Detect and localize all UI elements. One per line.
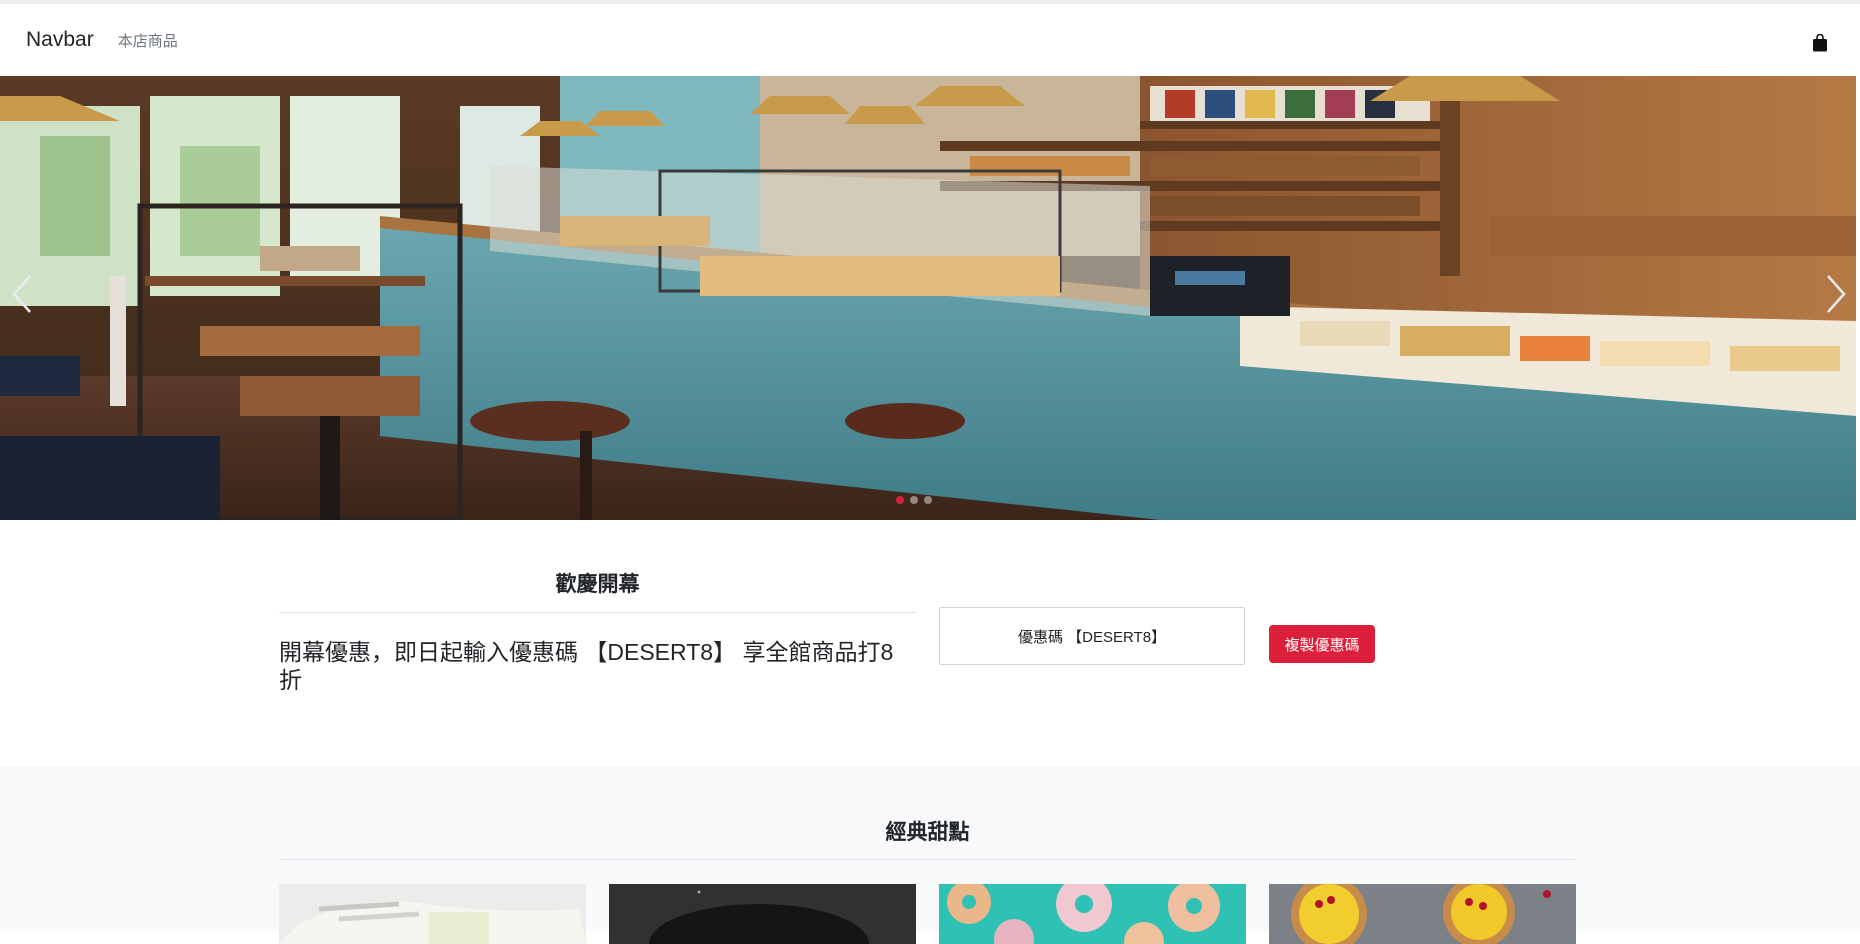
carousel-indicator-3[interactable] [924,496,932,504]
cake-slice-photo [279,884,586,944]
chevron-right-icon [1824,272,1848,321]
copy-coupon-button[interactable]: 複製優惠碼 [1269,625,1375,663]
product-card[interactable] [939,884,1246,944]
product-card[interactable] [609,884,916,944]
product-card[interactable] [1269,884,1576,944]
sprinkle-donuts-photo [939,884,1246,944]
shopping-bag-icon[interactable] [1812,33,1828,52]
classic-desserts-section: 經典甜點 [0,766,1860,944]
chevron-left-icon [10,272,34,321]
opening-promo-section: 歡慶開幕 開幕優惠，即日起輸入優惠碼 【DESERT8】 享全館商品打8折 優惠… [0,520,1860,766]
product-card[interactable] [279,884,586,944]
nav-link-products[interactable]: 本店商品 [118,30,178,51]
navbar: Navbar 本店商品 [0,0,1860,76]
hero-carousel [0,76,1856,520]
carousel-indicator-2[interactable] [910,496,918,504]
navbar-brand[interactable]: Navbar [26,28,94,52]
lemon-tarts-photo [1269,884,1576,944]
carousel-next-button[interactable] [1816,261,1856,331]
bakery-cafe-interior-image [0,76,1856,520]
carousel-indicators [896,496,932,504]
divider [279,859,1576,860]
section-title: 歡慶開幕 [555,573,640,596]
promo-text: 開幕優惠，即日起輸入優惠碼 【DESERT8】 享全館商品打8折 [279,639,894,693]
coupon-code-field[interactable]: 優惠碼 【DESERT8】 [939,607,1245,665]
dark-plate-photo [609,884,916,944]
divider [279,612,916,613]
carousel-prev-button[interactable] [2,261,42,331]
section-title: 經典甜點 [885,821,970,844]
carousel-indicator-1[interactable] [896,496,904,504]
